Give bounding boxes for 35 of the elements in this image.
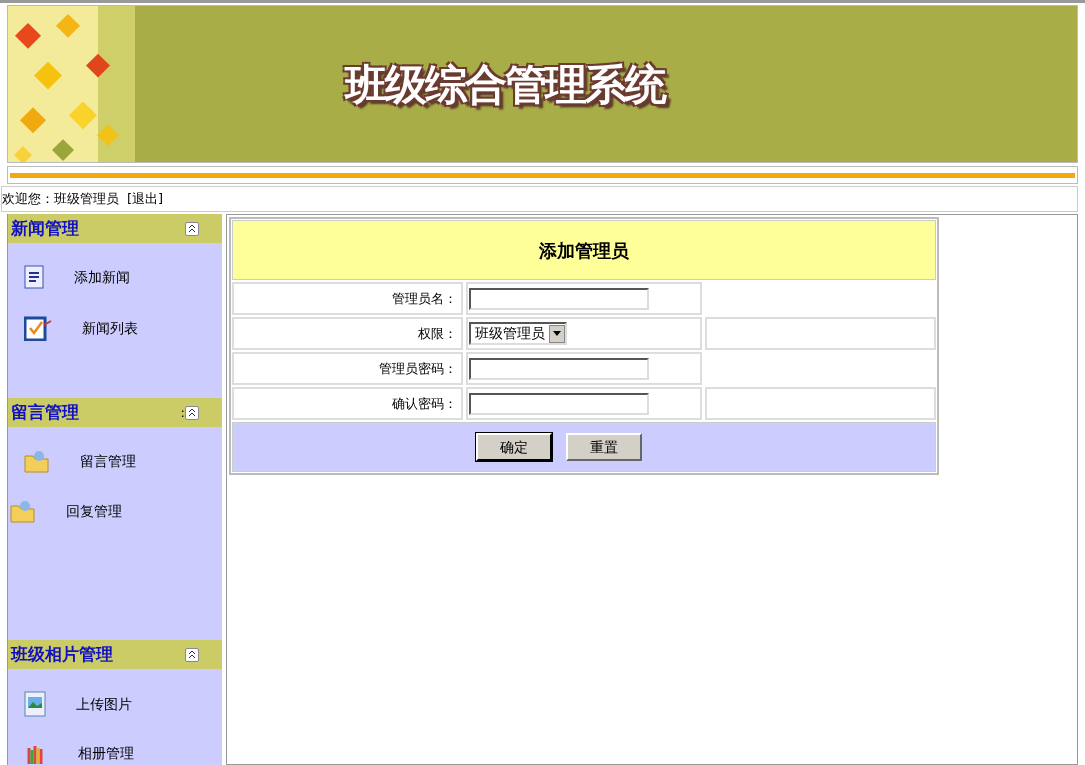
collapse-icon[interactable]: [185, 405, 199, 420]
input-field[interactable]: [469, 392, 649, 415]
section-title: 班级相片管理: [11, 642, 113, 666]
input-field[interactable]: [469, 357, 649, 380]
form-button[interactable]: 重置: [566, 433, 642, 461]
logout-link[interactable]: [退出]: [127, 189, 164, 209]
folder-icon: [10, 499, 36, 523]
sidebar-link[interactable]: 回复管理: [8, 499, 222, 523]
sidebar-link[interactable]: 相册管理: [8, 743, 222, 764]
field-label: 管理员名：: [232, 282, 463, 315]
sidebar-link[interactable]: 添加新闻: [8, 265, 222, 289]
collapse-icon[interactable]: [185, 221, 199, 236]
form-button[interactable]: 确定: [476, 433, 552, 461]
sidebar-link[interactable]: 上传图片: [8, 691, 222, 717]
stray-mark: :: [180, 403, 185, 422]
permission-select[interactable]: 班级管理员: [469, 322, 567, 345]
field-label: 权限：: [232, 317, 463, 350]
collapse-icon[interactable]: [185, 647, 199, 662]
folder-icon: [24, 449, 50, 473]
section-header[interactable]: 班级相片管理: [8, 640, 222, 669]
document-icon: [24, 265, 44, 289]
form-title: 添加管理员: [232, 220, 936, 280]
section-title: 新闻管理: [11, 216, 79, 240]
image-icon: [24, 691, 46, 717]
field-label: 确认密码：: [232, 387, 463, 420]
section-header[interactable]: 新闻管理: [8, 214, 222, 243]
sidebar-link[interactable]: 新闻列表: [8, 315, 222, 341]
welcome-text: 欢迎您：班级管理员: [2, 190, 119, 209]
input-field[interactable]: [469, 287, 649, 310]
section-title: 留言管理: [11, 400, 79, 424]
site-title: 班级综合管理系统: [345, 58, 665, 111]
section-header[interactable]: 留言管理 :: [8, 398, 222, 427]
sidebar-link[interactable]: 留言管理: [8, 449, 222, 473]
field-label: 管理员密码：: [232, 352, 463, 385]
clipboard-check-icon: [24, 315, 52, 341]
